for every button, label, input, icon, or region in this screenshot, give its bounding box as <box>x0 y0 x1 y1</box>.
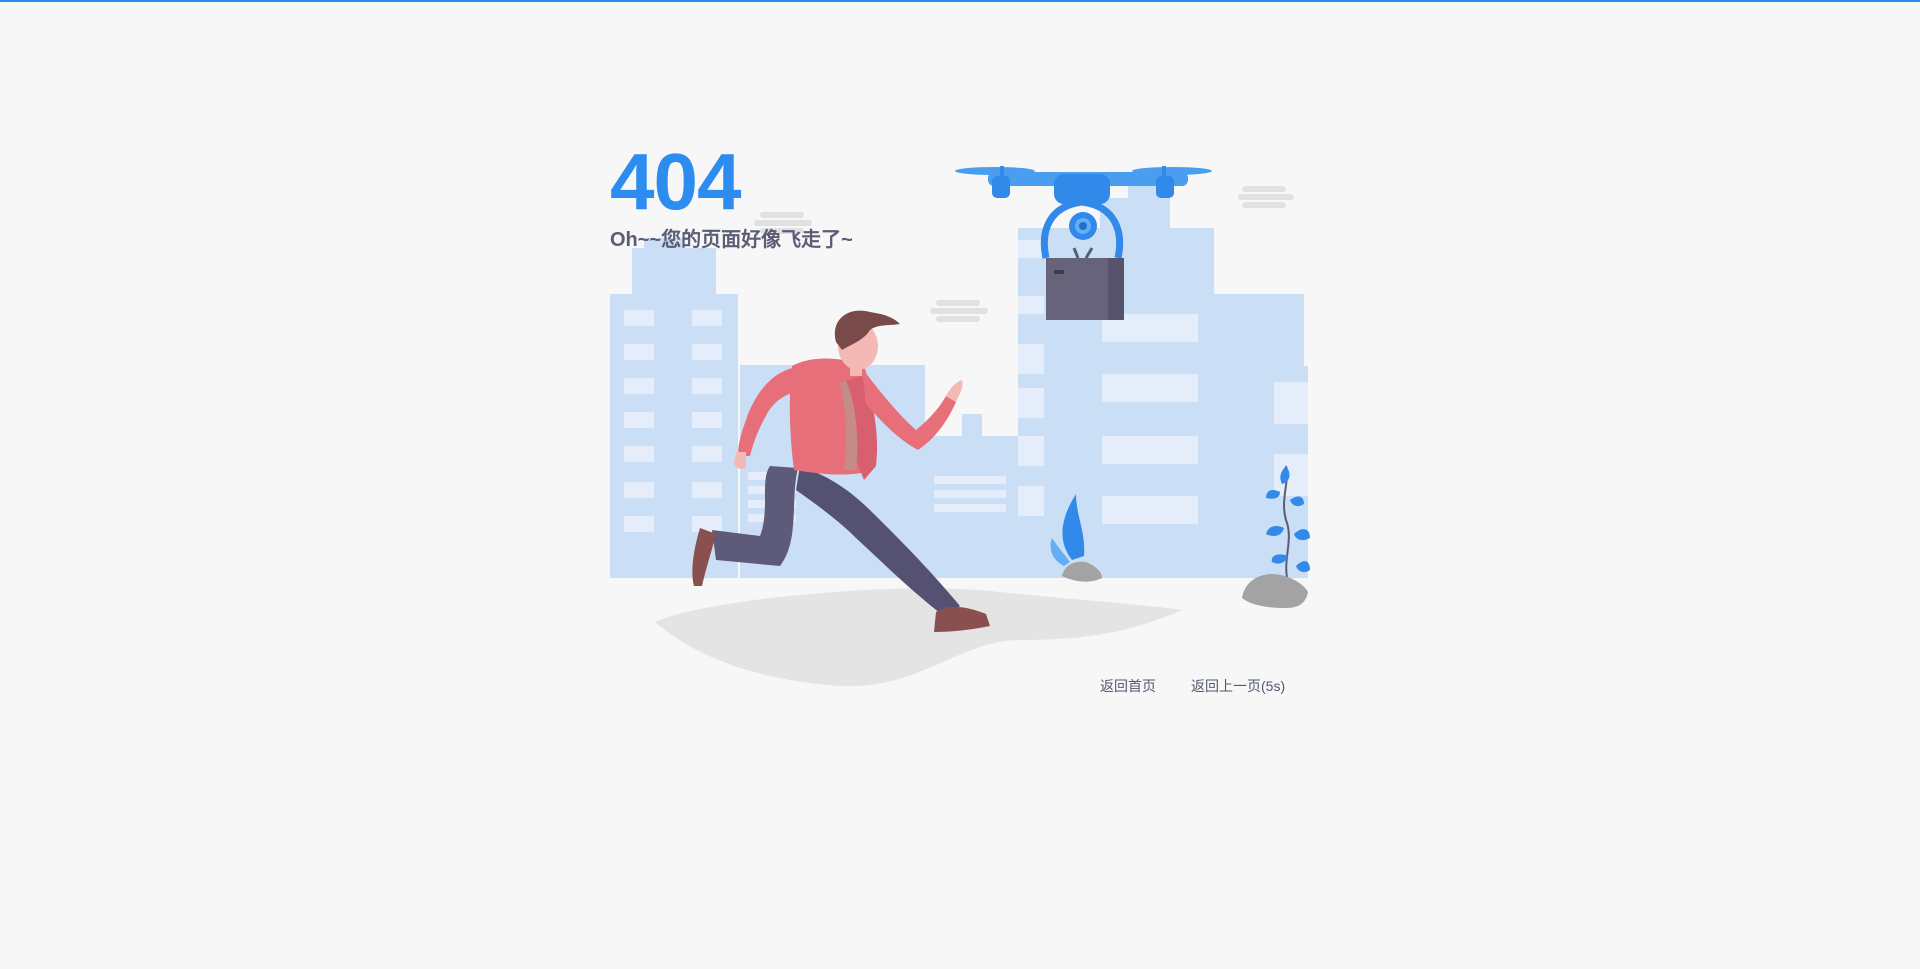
cloud-icon <box>1238 186 1294 208</box>
package-icon <box>1046 258 1124 320</box>
ground-shadow <box>655 588 1182 687</box>
error-page: 404 Oh~~您的页面好像飞走了~ 返回首页 返回上一页(5s) <box>0 0 1920 969</box>
error-code: 404 <box>610 137 741 226</box>
go-back-link[interactable]: 返回上一页(5s) <box>1191 676 1285 696</box>
cloud-icon <box>930 300 988 322</box>
back-home-link[interactable]: 返回首页 <box>1100 676 1156 696</box>
action-links: 返回首页 返回上一页(5s) <box>1100 676 1285 696</box>
top-progress-bar <box>0 0 1920 2</box>
error-message: Oh~~您的页面好像飞走了~ <box>610 229 853 251</box>
